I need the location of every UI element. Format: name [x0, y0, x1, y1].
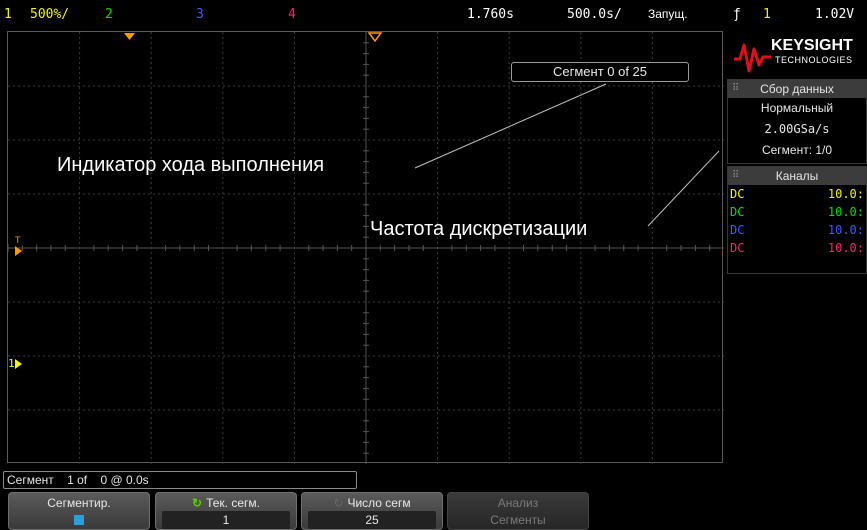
trigger-edge-icon: ƒ: [733, 7, 741, 22]
ch4-number[interactable]: 4: [288, 7, 296, 22]
waveform-graticule[interactable]: Сегмент 0 of 25: [7, 31, 724, 464]
segment-info-bar: Сегмент 1 of 0 @ 0.0s: [3, 471, 357, 489]
ch1-ground-arrow-icon: [15, 359, 22, 369]
ch1-ground-marker[interactable]: 1: [8, 357, 24, 371]
channel-coupling: DC: [730, 187, 745, 201]
acquisition-panel-header[interactable]: ⠿ Сбор данных: [728, 80, 866, 98]
drag-handle-icon: ⠿: [732, 83, 740, 94]
keysight-tagline: TECHNOLOGIES: [775, 55, 853, 65]
acquisition-mode: Нормальный: [760, 101, 834, 115]
ch1-ground-label: 1: [8, 357, 15, 370]
ch1-scale[interactable]: 500%/: [30, 7, 69, 22]
sample-rate-annotation: Частота дискретизации: [370, 218, 588, 240]
ch2-number[interactable]: 2: [105, 7, 113, 22]
keysight-logo: KEYSIGHT TECHNOLOGIES: [729, 33, 867, 78]
sample-rate-leader-line: [647, 150, 720, 227]
delay-reference-marker: [367, 32, 383, 43]
channel-probe: 10.0:: [827, 205, 864, 219]
channel-row-4[interactable]: DC 10.0:: [728, 239, 866, 257]
channel-probe: 10.0:: [827, 223, 864, 237]
trigger-level[interactable]: 1.02V: [815, 7, 854, 22]
channels-panel-header[interactable]: ⠿ Каналы: [728, 167, 866, 185]
analyze-value: Сегменты: [490, 513, 546, 527]
time-scale[interactable]: 500.0s/: [567, 7, 622, 22]
current-segment-value: 1: [162, 511, 290, 529]
trigger-source[interactable]: 1: [763, 7, 771, 22]
channel-coupling: DC: [730, 223, 745, 237]
segmented-checkbox[interactable]: [15, 511, 143, 529]
time-delay[interactable]: 1.760s: [467, 7, 514, 22]
channel-coupling: DC: [730, 205, 745, 219]
analyze-label: Анализ: [497, 496, 539, 510]
trigger-level-label: T: [15, 235, 21, 245]
keysight-wave-icon: [734, 43, 771, 73]
acquisition-segment: Сегмент: 1/0: [761, 143, 833, 157]
channel-coupling: DC: [730, 241, 745, 255]
rotate-knob-icon: ↻: [333, 496, 344, 510]
channel-probe: 10.0:: [827, 241, 864, 255]
rotate-knob-icon: ↻: [192, 496, 203, 510]
trigger-level-arrow-icon: [15, 246, 22, 256]
analyze-segments-softkey[interactable]: Анализ Сегменты: [447, 492, 589, 530]
channels-title: Каналы: [775, 169, 819, 183]
trigger-level-marker[interactable]: T: [15, 236, 22, 256]
progress-leader-line: [414, 83, 607, 169]
drag-handle-icon: ⠿: [732, 170, 740, 181]
status-bar: 1 500%/ 2 3 4 1.760s 500.0s/ Запущ. ƒ 1 …: [0, 0, 867, 30]
sample-rate: 2.00GSa/s: [764, 122, 830, 136]
channel-probe: 10.0:: [827, 187, 864, 201]
segment-indicator: Сегмент 0 of 25: [511, 62, 689, 82]
segment-count-label: Число сегм: [347, 496, 411, 510]
current-segment-softkey[interactable]: ↻ Тек. сегм. 1: [155, 492, 297, 530]
ch3-number[interactable]: 3: [196, 7, 204, 22]
acquisition-panel: ⠿ Сбор данных Нормальный 2.00GSa/s Сегме…: [727, 79, 867, 164]
channel-row-1[interactable]: DC 10.0:: [728, 185, 866, 203]
progress-annotation: Индикатор хода выполнения: [57, 154, 325, 176]
channel-row-3[interactable]: DC 10.0:: [728, 221, 866, 239]
channel-row-2[interactable]: DC 10.0:: [728, 203, 866, 221]
ch1-number[interactable]: 1: [4, 7, 12, 22]
run-state: Запущ.: [648, 7, 688, 21]
keysight-brand: KEYSIGHT: [771, 37, 853, 54]
acquisition-title: Сбор данных: [760, 82, 834, 96]
channels-panel: ⠿ Каналы DC 10.0: DC 10.0: DC 10.0: DC 1…: [727, 166, 867, 274]
segmented-softkey[interactable]: Сегментир.: [8, 492, 150, 530]
graticule-lines: [8, 32, 724, 464]
segment-count-softkey[interactable]: ↻ Число сегм 25: [301, 492, 443, 530]
current-segment-label: Тек. сегм.: [206, 496, 260, 510]
segment-count-value: 25: [308, 511, 436, 529]
segmented-label: Сегментир.: [47, 496, 111, 510]
trigger-position-marker: [124, 33, 135, 40]
checkbox-icon: [74, 515, 84, 525]
